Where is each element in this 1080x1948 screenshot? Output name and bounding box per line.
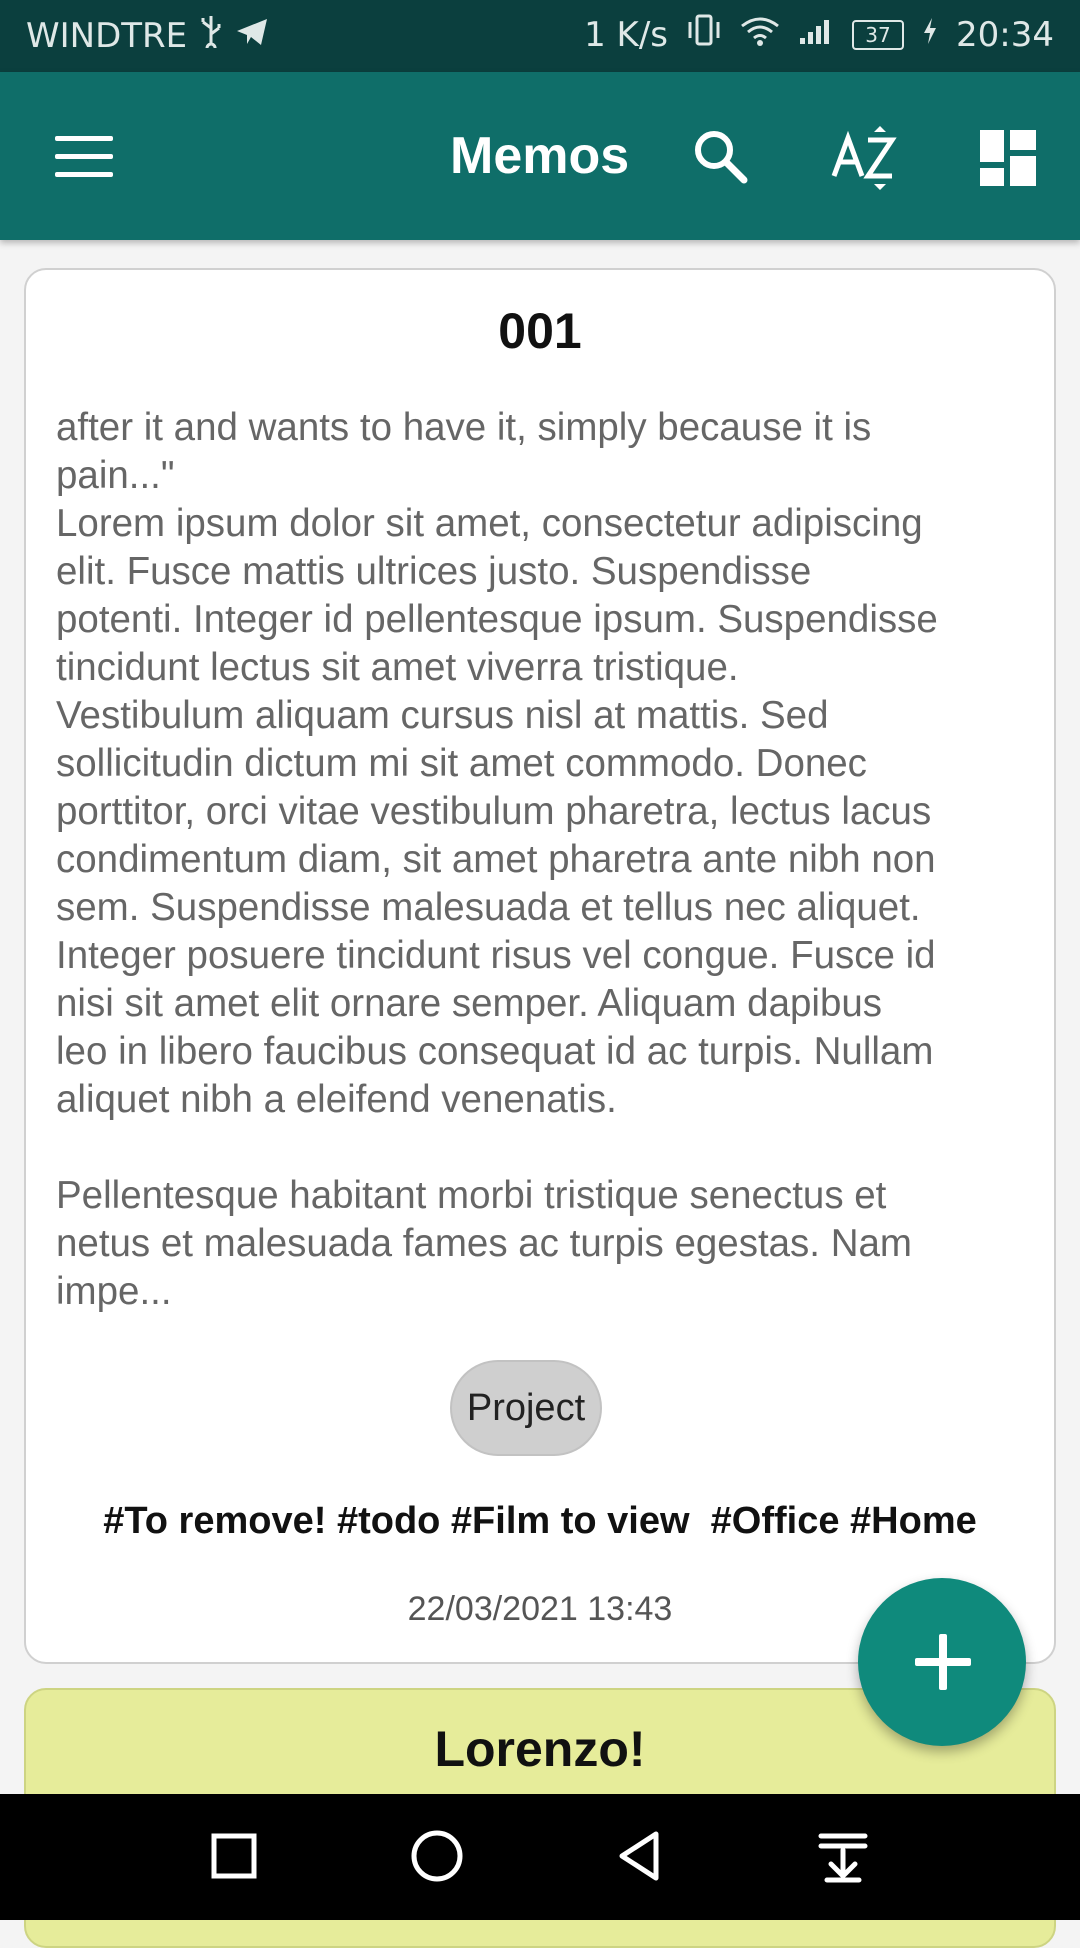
dashboard-icon[interactable] xyxy=(980,130,1036,186)
usb-icon xyxy=(199,14,223,57)
vibrate-icon xyxy=(686,14,722,55)
memo-body: after it and wants to have it, simply be… xyxy=(56,406,938,1313)
home-icon[interactable] xyxy=(405,1824,469,1888)
wifi-icon xyxy=(740,15,780,55)
recent-apps-icon[interactable] xyxy=(202,1824,266,1888)
navigation-bar xyxy=(0,1794,1080,1920)
add-memo-button[interactable] xyxy=(858,1578,1026,1746)
sort-az-icon[interactable] xyxy=(830,122,900,192)
search-icon[interactable] xyxy=(690,126,750,186)
memo-card[interactable]: 001 after it and wants to have it, simpl… xyxy=(24,268,1056,1664)
status-bar: WINDTRE 1 K/s 37 20:34 xyxy=(0,0,1080,72)
menu-icon[interactable] xyxy=(55,136,113,178)
page-title: Memos xyxy=(450,127,630,185)
battery-icon: 37 xyxy=(852,19,905,50)
network-speed: 1 K/s xyxy=(584,14,669,55)
memo-tags: #To remove! #todo #Film to view #Office … xyxy=(103,1500,977,1542)
app-bar: Memos xyxy=(0,72,1080,240)
category-chip[interactable]: Project xyxy=(450,1360,602,1456)
charging-icon xyxy=(922,15,938,55)
memo-title: 001 xyxy=(498,303,582,359)
signal-icon xyxy=(798,15,834,55)
back-icon[interactable] xyxy=(608,1824,672,1888)
carrier-label: WINDTRE xyxy=(26,15,188,56)
clock: 20:34 xyxy=(956,14,1054,55)
notifications-pull-icon[interactable] xyxy=(811,1824,875,1888)
telegram-icon xyxy=(235,16,269,56)
